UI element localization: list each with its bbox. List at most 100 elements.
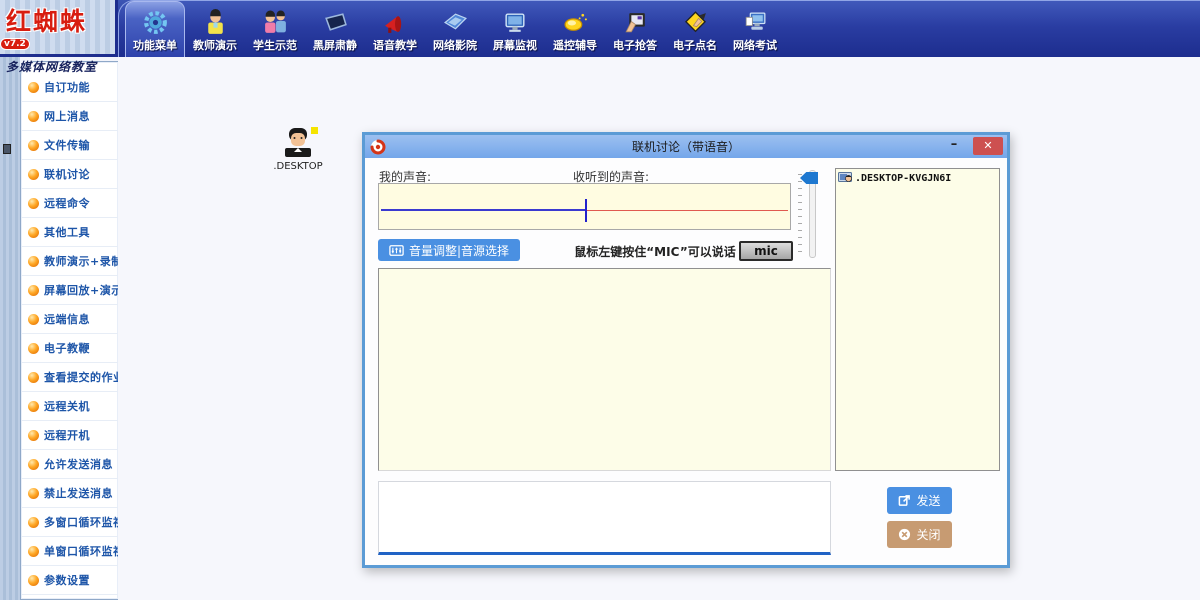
toolbar-button-strip: 功能菜单 教师演示 学生示范 黑屏肃静 语音教学 网络影院 屏幕监视 遥控辅导 <box>118 0 1200 57</box>
sidebar-item-allow-messages[interactable]: 允许发送消息 <box>21 450 118 479</box>
orange-ball-icon <box>28 517 39 528</box>
app-version-badge: v7.2 <box>0 38 30 50</box>
toolbar-item-roll-call[interactable]: 电子点名 <box>665 1 725 57</box>
received-voice-line <box>585 210 788 212</box>
minimize-button[interactable]: – <box>943 137 965 155</box>
toolbar-item-label: 网络考试 <box>733 37 777 53</box>
sidebar-item-parameter-settings[interactable]: 参数设置 <box>21 566 118 595</box>
orange-ball-icon <box>28 314 39 325</box>
orange-ball-icon <box>28 256 39 267</box>
spider-logo-icon <box>370 139 386 155</box>
app-logo-title: 红蜘蛛 <box>6 2 87 38</box>
volume-adjust-button[interactable]: 音量调整|音源选择 <box>378 239 520 261</box>
mic-push-to-talk-button[interactable]: mic <box>739 241 793 261</box>
sidebar-item-custom-functions[interactable]: 自订功能 <box>21 73 118 102</box>
orange-ball-icon <box>28 488 39 499</box>
orange-ball-icon <box>28 140 39 151</box>
orange-ball-icon <box>28 546 39 557</box>
sidebar-item-online-message[interactable]: 网上消息 <box>21 102 118 131</box>
toolbar-item-student-demo[interactable]: 学生示范 <box>245 1 305 57</box>
toolbar-item-label: 学生示范 <box>253 37 297 53</box>
toolbar-item-network-cinema[interactable]: 网络影院 <box>425 1 485 57</box>
orange-ball-icon <box>28 227 39 238</box>
sidebar-item-file-transfer[interactable]: 文件传输 <box>21 131 118 160</box>
sidebar-item-remote-shutdown[interactable]: 远程关机 <box>21 392 118 421</box>
toolbar-item-teacher-demo[interactable]: 教师演示 <box>185 1 245 57</box>
sidebar-item-multiwindow-monitor[interactable]: 多窗口循环监视 <box>21 508 118 537</box>
dialog-title: 联机讨论（带语音） <box>365 138 1007 155</box>
top-toolbar: 功能菜单 教师演示 学生示范 黑屏肃静 语音教学 网络影院 屏幕监视 遥控辅导 <box>0 0 1200 57</box>
orange-ball-icon <box>28 82 39 93</box>
toolbar-item-network-exam[interactable]: 网络考试 <box>725 1 785 57</box>
sidebar-item-view-homework[interactable]: 查看提交的作业 <box>21 363 118 392</box>
app-logo: 红蜘蛛v7.2 多媒体网络教室 <box>0 0 118 57</box>
gear-icon <box>142 9 169 36</box>
toolbar-item-remote-tutoring[interactable]: 遥控辅导 <box>545 1 605 57</box>
member-name: .DESKTOP-KVGJN6I <box>855 173 951 184</box>
mixer-icon <box>389 245 404 256</box>
chat-history-area <box>378 268 831 471</box>
toolbar-item-voice-teaching[interactable]: 语音教学 <box>365 1 425 57</box>
film-icon <box>442 9 469 36</box>
sidebar-menu: 自订功能 网上消息 文件传输 联机讨论 远程命令 其他工具 教师演示+录制 屏幕… <box>20 61 118 600</box>
send-button[interactable]: 发送 <box>887 487 952 514</box>
sidebar-item-other-tools[interactable]: 其他工具 <box>21 218 118 247</box>
remote-mouse-icon <box>562 9 589 36</box>
orange-ball-icon <box>28 575 39 586</box>
slider-thumb[interactable] <box>800 172 818 184</box>
member-computer-icon <box>838 172 852 184</box>
sidebar-item-electronic-pointer[interactable]: 电子教鞭 <box>21 334 118 363</box>
desktop-edge-strip <box>0 57 20 600</box>
send-icon <box>898 494 911 507</box>
close-dialog-button[interactable]: 关闭 <box>887 521 952 548</box>
toolbar-item-label: 电子抢答 <box>613 37 657 53</box>
teacher-icon <box>202 9 229 36</box>
toolbar-item-label: 教师演示 <box>193 37 237 53</box>
students-icon <box>262 9 289 36</box>
orange-ball-icon <box>28 111 39 122</box>
toolbar-item-label: 语音教学 <box>373 37 417 53</box>
toolbar-item-label: 功能菜单 <box>133 37 177 53</box>
orange-ball-icon <box>28 169 39 180</box>
roll-call-icon <box>682 9 709 36</box>
toolbar-item-label: 屏幕监视 <box>493 37 537 53</box>
orange-ball-icon <box>28 459 39 470</box>
toolbar-item-function-menu[interactable]: 功能菜单 <box>125 1 185 57</box>
sidebar-item-forbid-messages[interactable]: 禁止发送消息 <box>21 479 118 508</box>
sidebar-item-online-discussion[interactable]: 联机讨论 <box>21 160 118 189</box>
my-voice-line <box>381 209 587 211</box>
slider-ticks <box>798 174 802 258</box>
sidebar-item-remote-command[interactable]: 远程命令 <box>21 189 118 218</box>
toolbar-item-label: 遥控辅导 <box>553 37 597 53</box>
message-input[interactable] <box>378 481 831 555</box>
sidebar-item-remote-info[interactable]: 远端信息 <box>21 305 118 334</box>
buzzer-hand-icon <box>622 9 649 36</box>
orange-ball-icon <box>28 372 39 383</box>
sidebar-item-remote-poweron[interactable]: 远程开机 <box>21 421 118 450</box>
orange-ball-icon <box>28 430 39 441</box>
toolbar-item-blank-screen[interactable]: 黑屏肃静 <box>305 1 365 57</box>
avatar-icon <box>281 127 315 157</box>
sidebar-item-teacher-demo-record[interactable]: 教师演示+录制 <box>21 247 118 276</box>
close-window-button[interactable]: ✕ <box>973 137 1003 155</box>
close-circle-icon <box>898 528 911 541</box>
megaphone-icon <box>382 9 409 36</box>
member-list-item[interactable]: .DESKTOP-KVGJN6I <box>838 172 997 184</box>
volume-slider[interactable] <box>798 168 820 260</box>
toolbar-item-label: 电子点名 <box>673 37 717 53</box>
discussion-dialog: 联机讨论（带语音） – ✕ 我的声音: 收听到的声音: 音量调整|音源选择 鼠标… <box>362 132 1010 568</box>
computer-name-label: .DESKTOP <box>268 161 328 172</box>
orange-ball-icon <box>28 401 39 412</box>
toolbar-item-label: 黑屏肃静 <box>313 37 357 53</box>
partial-desktop-icon <box>3 144 11 154</box>
toolbar-item-screen-monitor[interactable]: 屏幕监视 <box>485 1 545 57</box>
exam-icon <box>742 9 769 36</box>
app-logo-subtitle: 多媒体网络教室 <box>6 58 109 75</box>
student-computer-icon[interactable]: .DESKTOP <box>268 127 328 172</box>
sidebar-item-screen-replay-demo[interactable]: 屏幕回放+演示 <box>21 276 118 305</box>
toolbar-item-quiz-buzzer[interactable]: 电子抢答 <box>605 1 665 57</box>
dialog-titlebar[interactable]: 联机讨论（带语音） – ✕ <box>365 135 1007 158</box>
monitor-icon <box>502 9 529 36</box>
blank-screen-icon <box>322 9 349 36</box>
sidebar-item-singlewindow-monitor[interactable]: 单窗口循环监视 <box>21 537 118 566</box>
